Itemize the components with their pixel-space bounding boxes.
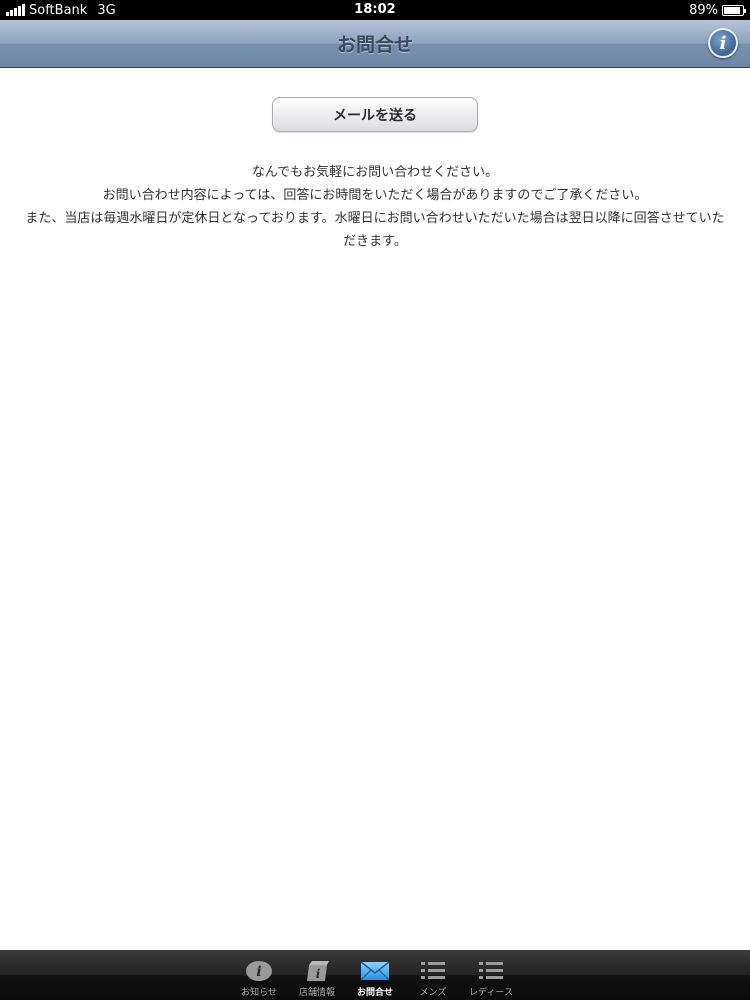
tab-label: レディース	[469, 988, 513, 998]
message-line: なんでもお気軽にお問い合わせください。	[251, 165, 499, 180]
tab-label: メンズ	[419, 988, 447, 998]
navigation-bar: お問合せ i	[0, 20, 750, 68]
message-line: お問い合わせ内容によっては、回答にお時間をいただく場合がありますのでご了承くださ…	[102, 188, 648, 203]
svg-text:i: i	[256, 964, 261, 980]
tab-label: お問合せ	[356, 988, 393, 998]
list-icon	[476, 958, 506, 984]
status-time: 18:02	[354, 2, 396, 17]
tab-label: 店舗情報	[298, 988, 335, 998]
tab-bar: i お知らせ i 店舗情報 お問合せ メンズ レディース	[0, 950, 750, 1000]
message-line: また、当店は毎週水曜日が定休日となっております。水曜日にお問い合わせいただいた場…	[25, 211, 725, 226]
contact-message: なんでもお気軽にお問い合わせください。 お問い合わせ内容によっては、回答にお時間…	[0, 161, 750, 253]
store-info-icon: i	[302, 958, 332, 984]
envelope-icon	[360, 958, 390, 984]
battery-icon	[722, 4, 746, 16]
tab-store-info[interactable]: i 店舗情報	[291, 950, 343, 1000]
tab-mens[interactable]: メンズ	[407, 950, 459, 1000]
contact-content: メールを送る なんでもお気軽にお問い合わせください。 お問い合わせ内容によっては…	[0, 68, 750, 950]
info-icon[interactable]: i	[708, 28, 738, 58]
send-mail-button[interactable]: メールを送る	[272, 97, 478, 132]
info-icon: i	[244, 958, 274, 984]
list-icon	[418, 958, 448, 984]
tab-news[interactable]: i お知らせ	[233, 950, 285, 1000]
svg-text:i: i	[316, 967, 321, 981]
page-title: お問合せ	[336, 34, 413, 56]
status-bar: SoftBank 3G 18:02 89%	[0, 0, 750, 20]
tab-ladies[interactable]: レディース	[465, 950, 517, 1000]
tab-label: お知らせ	[241, 988, 277, 998]
message-line: だきます。	[343, 234, 407, 249]
tab-contact[interactable]: お問合せ	[349, 950, 401, 1000]
